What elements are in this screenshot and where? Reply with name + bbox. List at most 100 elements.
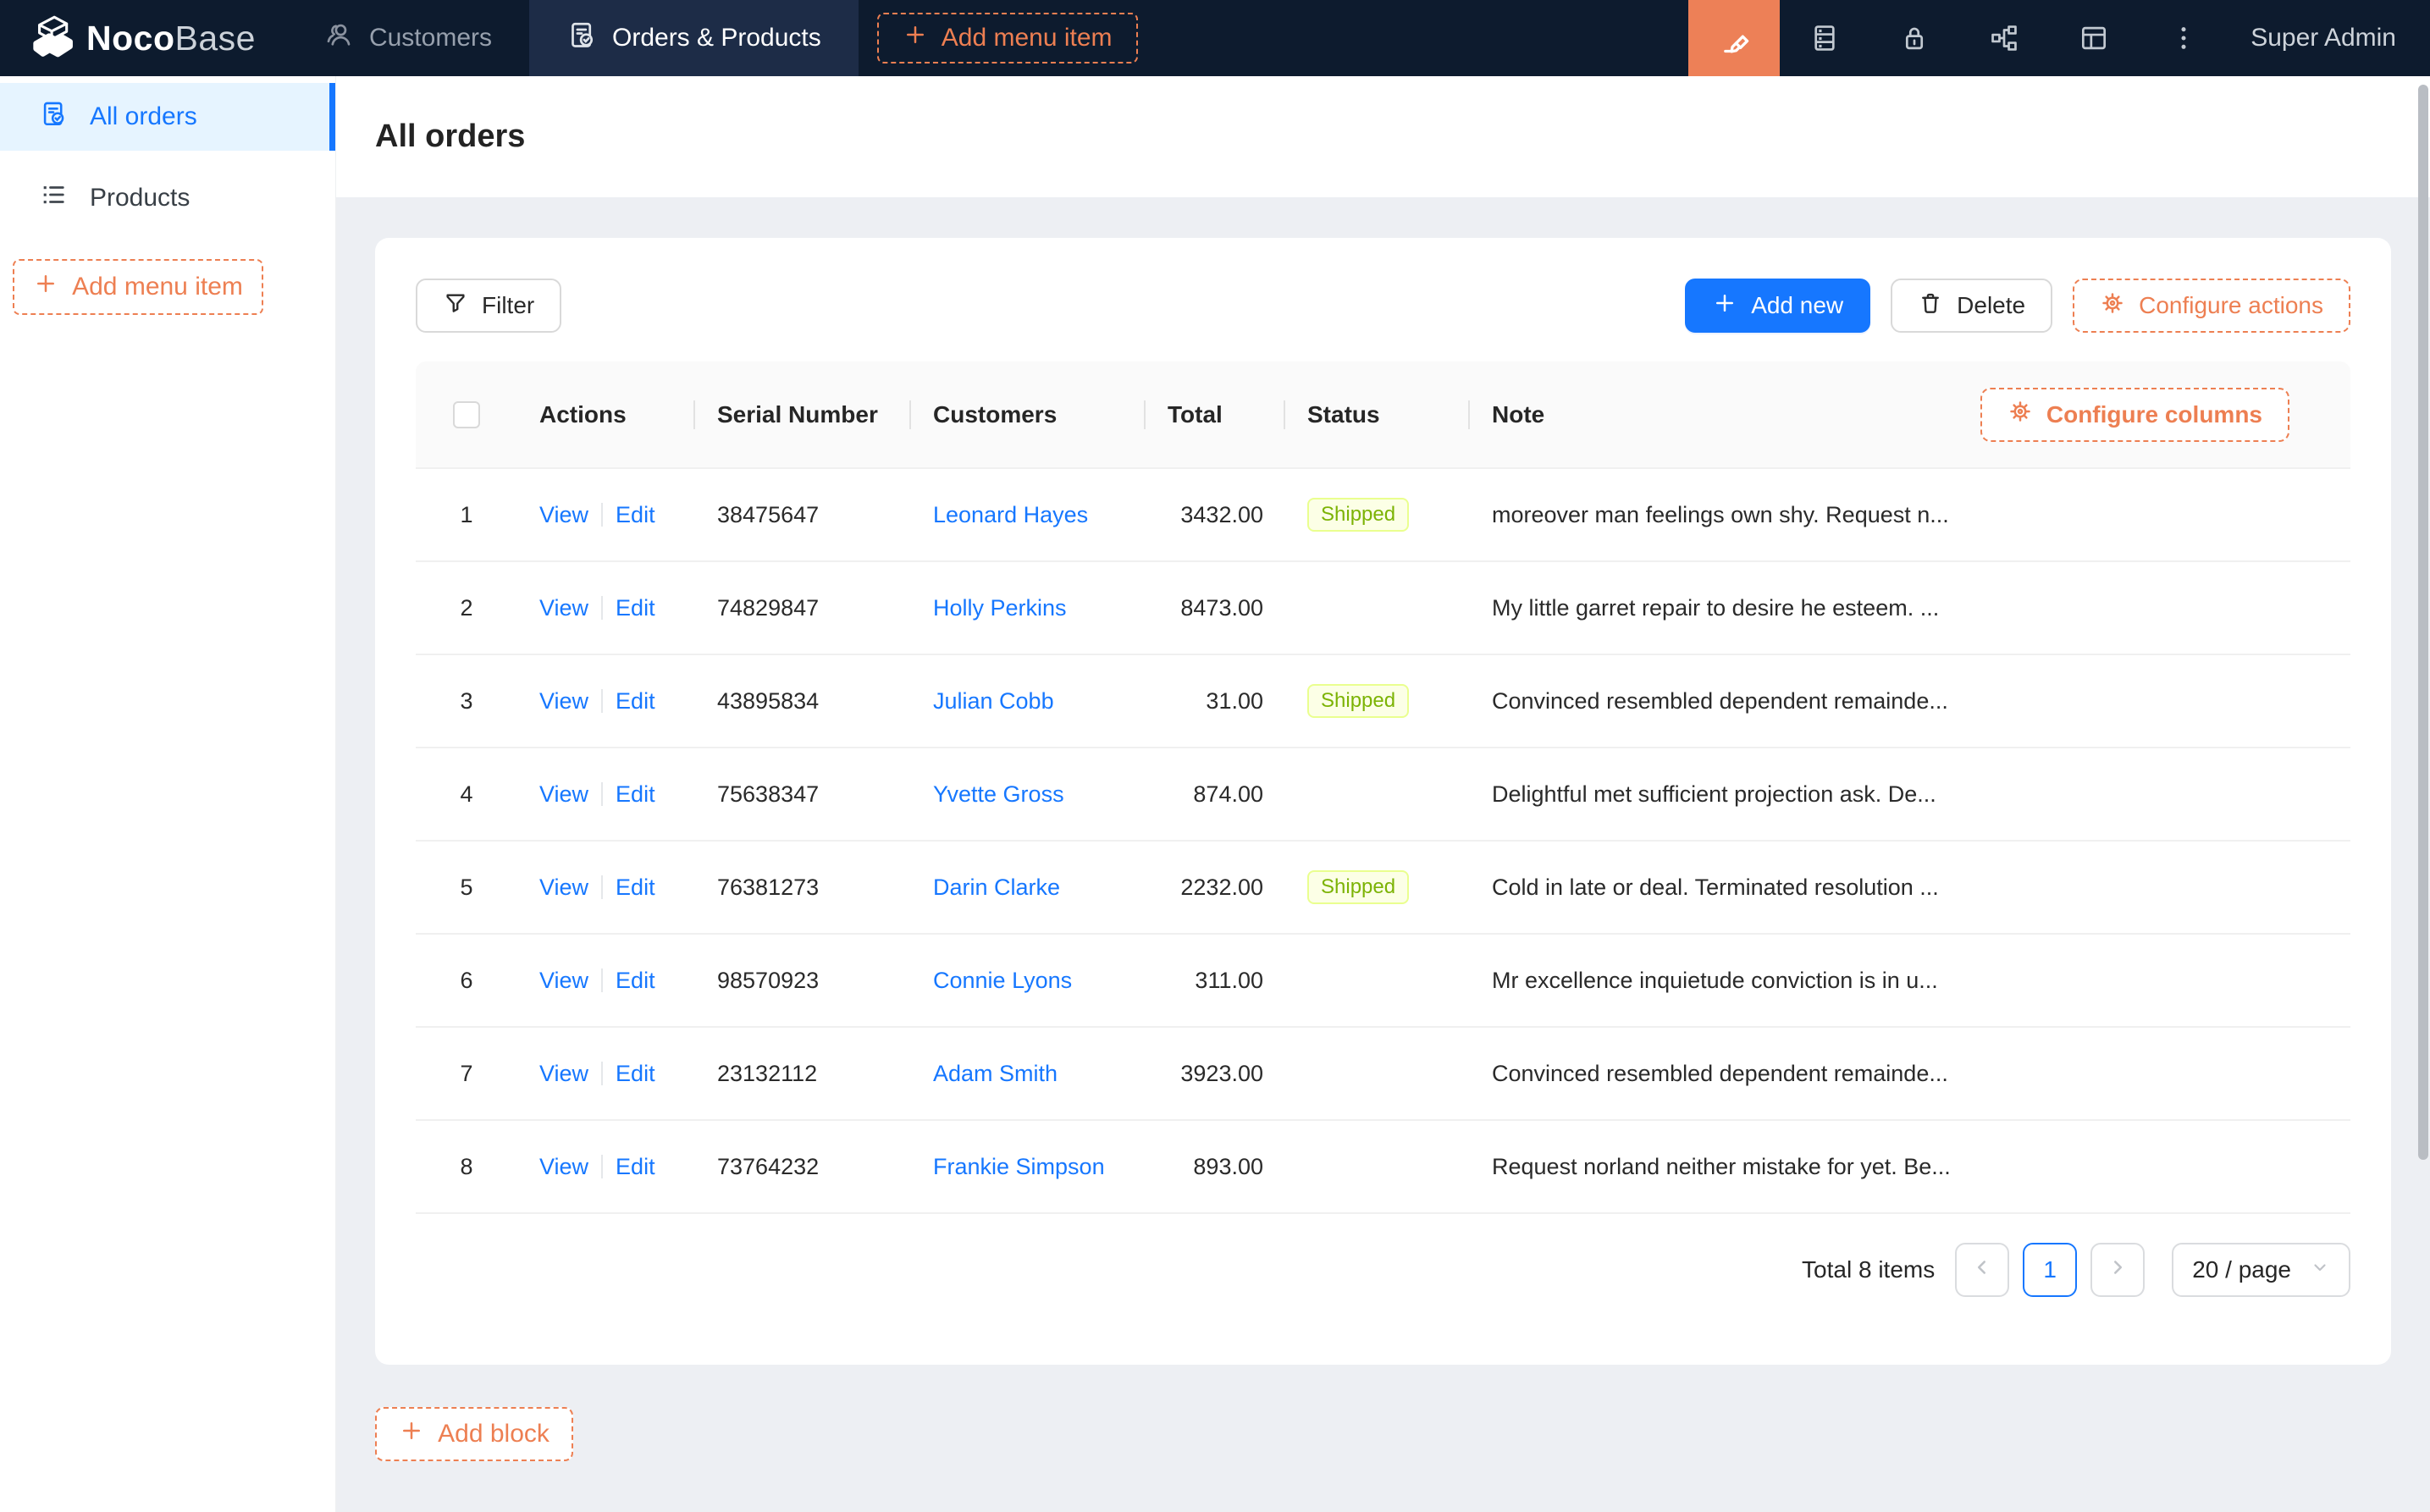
view-link[interactable]: View bbox=[539, 968, 588, 994]
row-index: 5 bbox=[460, 875, 472, 901]
edit-link[interactable]: Edit bbox=[616, 1061, 655, 1087]
note-cell: My little garret repair to desire he est… bbox=[1492, 595, 1939, 621]
form-check-icon bbox=[39, 99, 68, 135]
view-link[interactable]: View bbox=[539, 1061, 588, 1087]
customer-link[interactable]: Leonard Hayes bbox=[933, 502, 1088, 528]
view-link[interactable]: View bbox=[539, 502, 588, 528]
list-icon bbox=[39, 180, 68, 216]
form-check-icon bbox=[566, 19, 597, 57]
column-header-total: Total bbox=[1168, 401, 1223, 428]
status-badge: Shipped bbox=[1307, 498, 1409, 532]
sidebar-item-products[interactable]: Products bbox=[0, 164, 335, 232]
note-cell: Delightful met sufficient projection ask… bbox=[1492, 781, 1936, 808]
view-link[interactable]: View bbox=[539, 1154, 588, 1180]
more-icon[interactable] bbox=[2139, 0, 2228, 76]
select-all-checkbox[interactable] bbox=[453, 401, 480, 428]
column-header-status: Status bbox=[1307, 401, 1380, 428]
lock-icon[interactable] bbox=[1869, 0, 1959, 76]
navbar-icon-buttons bbox=[1780, 0, 2228, 76]
sidebar-add-menu-item-button[interactable]: Add menu item bbox=[13, 259, 263, 315]
navbar-add-menu-item-button[interactable]: Add menu item bbox=[877, 13, 1138, 63]
collections-icon[interactable] bbox=[1780, 0, 1869, 76]
column-header-serial-number: Serial Number bbox=[717, 401, 878, 428]
customer-link[interactable]: Connie Lyons bbox=[933, 968, 1072, 994]
total-cell: 3923.00 bbox=[1180, 1061, 1263, 1087]
layout-icon[interactable] bbox=[2049, 0, 2139, 76]
row-actions: View Edit bbox=[517, 1061, 695, 1087]
filter-icon bbox=[443, 290, 468, 322]
edit-link[interactable]: Edit bbox=[616, 595, 655, 621]
row-actions: View Edit bbox=[517, 781, 695, 808]
serial-number-cell: 43895834 bbox=[717, 688, 819, 715]
users-icon bbox=[323, 19, 354, 57]
edit-link[interactable]: Edit bbox=[616, 781, 655, 808]
pagination-page-1[interactable]: 1 bbox=[2023, 1243, 2077, 1297]
serial-number-cell: 73764232 bbox=[717, 1154, 819, 1180]
workflow-icon[interactable] bbox=[1959, 0, 2049, 76]
table-toolbar: Filter Add new bbox=[416, 279, 2350, 333]
user-menu[interactable]: Super Admin bbox=[2228, 0, 2430, 76]
table-row: 4 View Edit 75638347 Yvette Gross 874.00… bbox=[416, 748, 2350, 842]
edit-link[interactable]: Edit bbox=[616, 968, 655, 994]
customer-link[interactable]: Darin Clarke bbox=[933, 875, 1060, 901]
action-divider bbox=[601, 1155, 603, 1178]
sidebar-item-all-orders[interactable]: All orders bbox=[0, 83, 335, 151]
ui-editor-button[interactable] bbox=[1688, 0, 1780, 76]
page-size-select[interactable]: 20 / page bbox=[2172, 1243, 2350, 1297]
tab-orders-products[interactable]: Orders & Products bbox=[529, 0, 859, 76]
chevron-down-icon bbox=[2310, 1256, 2330, 1283]
edit-link[interactable]: Edit bbox=[616, 875, 655, 901]
configure-actions-button[interactable]: Configure actions bbox=[2073, 279, 2350, 333]
row-actions: View Edit bbox=[517, 688, 695, 715]
action-divider bbox=[601, 503, 603, 527]
column-header-actions: Actions bbox=[539, 401, 627, 428]
note-cell: Mr excellence inquietude conviction is i… bbox=[1492, 968, 1938, 994]
total-cell: 3432.00 bbox=[1180, 502, 1263, 528]
sidebar-item-label: All orders bbox=[90, 102, 197, 131]
pagination-total: Total 8 items bbox=[1802, 1256, 1935, 1283]
gear-icon bbox=[2008, 399, 2033, 430]
column-header-note: Note bbox=[1492, 401, 1544, 428]
pagination-prev-button[interactable] bbox=[1955, 1243, 2009, 1297]
row-index: 8 bbox=[460, 1154, 472, 1180]
customer-link[interactable]: Yvette Gross bbox=[933, 781, 1064, 808]
view-link[interactable]: View bbox=[539, 781, 588, 808]
customer-link[interactable]: Frankie Simpson bbox=[933, 1154, 1105, 1180]
pagination-next-button[interactable] bbox=[2090, 1243, 2145, 1297]
chevron-right-icon bbox=[2107, 1256, 2129, 1284]
table-body: 1 View Edit 38475647 Leonard Hayes 3432.… bbox=[416, 469, 2350, 1214]
gear-icon bbox=[2100, 290, 2125, 322]
tab-customers-label: Customers bbox=[369, 24, 492, 52]
total-cell: 311.00 bbox=[1195, 968, 1263, 994]
serial-number-cell: 74829847 bbox=[717, 595, 819, 621]
action-divider bbox=[601, 596, 603, 620]
view-link[interactable]: View bbox=[539, 875, 588, 901]
total-cell: 874.00 bbox=[1193, 781, 1263, 808]
add-new-button[interactable]: Add new bbox=[1685, 279, 1870, 333]
edit-link[interactable]: Edit bbox=[616, 688, 655, 715]
tab-orders-products-label: Orders & Products bbox=[612, 24, 821, 52]
add-block-button[interactable]: Add block bbox=[375, 1407, 573, 1461]
nocobase-logo[interactable]: NocoBase bbox=[0, 0, 286, 76]
page-title: All orders bbox=[375, 119, 525, 155]
top-navbar: NocoBase Customers bbox=[0, 0, 2430, 76]
table-row: 1 View Edit 38475647 Leonard Hayes 3432.… bbox=[416, 469, 2350, 562]
status-badge: Shipped bbox=[1307, 684, 1409, 718]
edit-link[interactable]: Edit bbox=[616, 1154, 655, 1180]
serial-number-cell: 75638347 bbox=[717, 781, 819, 808]
row-index: 6 bbox=[460, 968, 472, 994]
sidebar-item-label: Products bbox=[90, 184, 190, 212]
configure-columns-button[interactable]: Configure columns bbox=[1980, 388, 2289, 442]
vertical-scrollbar[interactable] bbox=[2418, 85, 2428, 1160]
customer-link[interactable]: Holly Perkins bbox=[933, 595, 1067, 621]
customer-link[interactable]: Adam Smith bbox=[933, 1061, 1058, 1087]
filter-button[interactable]: Filter bbox=[416, 279, 561, 333]
view-link[interactable]: View bbox=[539, 595, 588, 621]
edit-link[interactable]: Edit bbox=[616, 502, 655, 528]
note-cell: moreover man feelings own shy. Request n… bbox=[1492, 502, 1949, 528]
tab-customers[interactable]: Customers bbox=[286, 0, 529, 76]
row-actions: View Edit bbox=[517, 1154, 695, 1180]
customer-link[interactable]: Julian Cobb bbox=[933, 688, 1054, 715]
view-link[interactable]: View bbox=[539, 688, 588, 715]
delete-button[interactable]: Delete bbox=[1891, 279, 2052, 333]
